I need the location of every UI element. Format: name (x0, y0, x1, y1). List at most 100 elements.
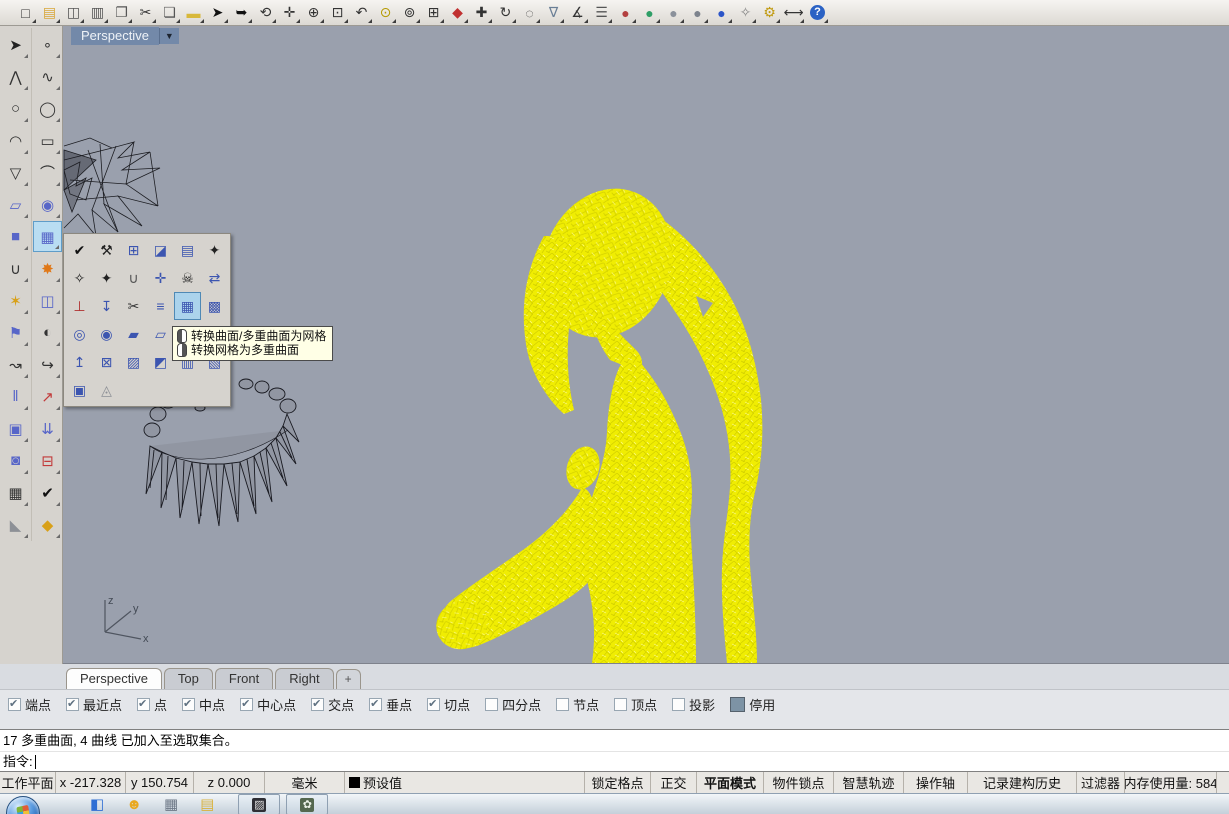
options-gear-button[interactable]: ⚙ (758, 1, 781, 24)
mesh-corner-tool[interactable]: ◩ (147, 348, 174, 376)
polygon-tool[interactable]: ▽ (1, 157, 30, 188)
status-z-coord[interactable]: z 0.000 (194, 772, 265, 793)
status-record-history[interactable]: 记录建构历史 (968, 772, 1077, 793)
osnap-quadrant[interactable]: 四分点 (485, 695, 541, 714)
mesh-flatten-tool[interactable]: ≡ (147, 292, 174, 320)
mesh-plane-tool[interactable]: ▤ (174, 236, 201, 264)
mesh-pin-tool[interactable]: ⊥ (66, 292, 93, 320)
status-grid-snap[interactable]: 锁定格点 (585, 772, 651, 793)
copy-file-button[interactable]: ❐ (110, 1, 133, 24)
filter-button[interactable]: ∇ (542, 1, 565, 24)
osnap-disable[interactable]: 停用 (730, 695, 775, 714)
status-cplane[interactable]: 工作平面 (0, 772, 56, 793)
checkbox[interactable] (66, 698, 79, 711)
chevron-down-icon[interactable]: ▼ (159, 28, 179, 44)
osnap-center[interactable]: 中心点 (240, 695, 296, 714)
rotate-2d-button[interactable]: ↻ (494, 1, 517, 24)
osnap-tangent[interactable]: 切点 (427, 695, 470, 714)
display-mode-a-button[interactable]: ● (662, 1, 685, 24)
explode-mesh-tool[interactable]: ✸ (33, 253, 62, 284)
array-tool[interactable]: ▦ (1, 477, 30, 508)
sparkle-button[interactable]: ✧ (734, 1, 757, 24)
render-full-button[interactable]: ● (710, 1, 733, 24)
mesh-split-tool[interactable]: ✂ (120, 292, 147, 320)
render-shaded-button[interactable]: ● (614, 1, 637, 24)
fillet-tool[interactable]: ⌒ (33, 157, 62, 188)
status-planar-mode[interactable]: 平面模式 (697, 772, 764, 793)
checkbox[interactable] (137, 698, 150, 711)
flag-tool[interactable]: ⚑ (1, 317, 30, 348)
mesh-bucket-tool[interactable]: ∪ (120, 264, 147, 292)
taskbar-window-image-viewer[interactable]: ▨ (238, 794, 280, 814)
mesh-texture-tool[interactable]: ▩ (201, 292, 228, 320)
osnap-vertex[interactable]: 顶点 (614, 695, 657, 714)
open-file-button[interactable]: ▤ (38, 1, 61, 24)
new-viewport-tab-button[interactable]: + (336, 669, 361, 689)
status-layer[interactable]: 预设值 (345, 772, 585, 793)
offset-tool[interactable]: ↪ (33, 349, 62, 380)
polyline-tool[interactable]: ⋀ (1, 61, 30, 92)
checkbox[interactable] (8, 698, 21, 711)
new-file-button[interactable]: □ (14, 1, 37, 24)
status-y-coord[interactable]: y 150.754 (126, 772, 194, 793)
select-arrow-button[interactable]: ➤ (206, 1, 229, 24)
taskbar-window-rhino[interactable]: ✿ (286, 794, 328, 814)
measure-angle-button[interactable]: ∡ (566, 1, 589, 24)
mesh-strip-tool-1[interactable]: ▰ (120, 320, 147, 348)
zoom-dynamic-button[interactable]: ⊕ (302, 1, 325, 24)
help-button[interactable]: ? (806, 1, 829, 24)
undo-view-button[interactable]: ↶ (350, 1, 373, 24)
mesh-person-tool-1[interactable]: ✦ (201, 236, 228, 264)
mesh-box-tool[interactable]: ⊞ (120, 236, 147, 264)
point-tool[interactable]: ∘ (33, 29, 62, 60)
plane-tool[interactable]: ◫ (33, 285, 62, 316)
checkbox[interactable] (556, 698, 569, 711)
wireframe-object-topleft[interactable] (64, 138, 160, 236)
render-preview-button[interactable]: ● (638, 1, 661, 24)
viewport-title[interactable]: Perspective ▼ (71, 27, 179, 45)
mesh-person-tool-2[interactable]: ✧ (66, 264, 93, 292)
osnap-knot[interactable]: 节点 (556, 695, 599, 714)
viewport-layout-button[interactable]: ⊞ (422, 1, 445, 24)
mesh-swirl-tool[interactable]: ◎ (66, 320, 93, 348)
mesh-person-tool-3[interactable]: ✦ (93, 264, 120, 292)
pan-view-button[interactable]: ✛ (278, 1, 301, 24)
mesh-triangles-tool[interactable]: ◬ (93, 376, 120, 404)
mesh-repair-tool[interactable]: ⚒ (93, 236, 120, 264)
osnap-endpoint[interactable]: 端点 (8, 695, 51, 714)
checkbox[interactable] (485, 698, 498, 711)
status-x-coord[interactable]: x -217.328 (56, 772, 126, 793)
status-units[interactable]: 毫米 (265, 772, 345, 793)
zoom-extents-button[interactable]: ⊚ (398, 1, 421, 24)
tab-top[interactable]: Top (164, 668, 213, 689)
move-points-tool[interactable]: ↗ (33, 381, 62, 412)
copy-button[interactable]: ❏ (158, 1, 181, 24)
sphere-tool[interactable]: ◉ (33, 189, 62, 220)
taskbar-calculator-icon[interactable]: ▦ (164, 796, 178, 814)
dimension-button[interactable]: ⟷ (782, 1, 805, 24)
display-mode-b-button[interactable]: ● (686, 1, 709, 24)
check-tool[interactable]: ✔ (33, 477, 62, 508)
command-prompt[interactable]: 指令: (0, 752, 1229, 772)
curve-edit-tool[interactable]: ↝ (1, 349, 30, 380)
checkbox[interactable] (182, 698, 195, 711)
mesh-swap-tool[interactable]: ⇄ (201, 264, 228, 292)
lamp-tool[interactable]: ◆ (33, 509, 62, 540)
status-gumball[interactable]: 操作轴 (904, 772, 968, 793)
taskbar-qq-icon[interactable]: ☻ (126, 796, 142, 814)
arc-tool[interactable]: ◠ (1, 125, 30, 156)
status-smarttrack[interactable]: 智慧轨迹 (834, 772, 904, 793)
shaded-view-button[interactable]: ◆ (446, 1, 469, 24)
mesh-convert-tool[interactable]: ▦ (174, 292, 201, 320)
rectangle-tool[interactable]: ▭ (33, 125, 62, 156)
zoom-window-button[interactable]: ⊡ (326, 1, 349, 24)
checkbox[interactable] (240, 698, 253, 711)
notes-button[interactable]: ☰ (590, 1, 613, 24)
rotate-view-button[interactable]: ⟲ (254, 1, 277, 24)
status-ortho[interactable]: 正交 (651, 772, 697, 793)
mesh-skull-tool[interactable]: ☠ (174, 264, 201, 292)
align-tool[interactable]: ⊟ (33, 445, 62, 476)
checkbox[interactable] (672, 698, 685, 711)
mesh-strip-tool-2[interactable]: ▱ (147, 320, 174, 348)
print-button[interactable]: ▥ (86, 1, 109, 24)
